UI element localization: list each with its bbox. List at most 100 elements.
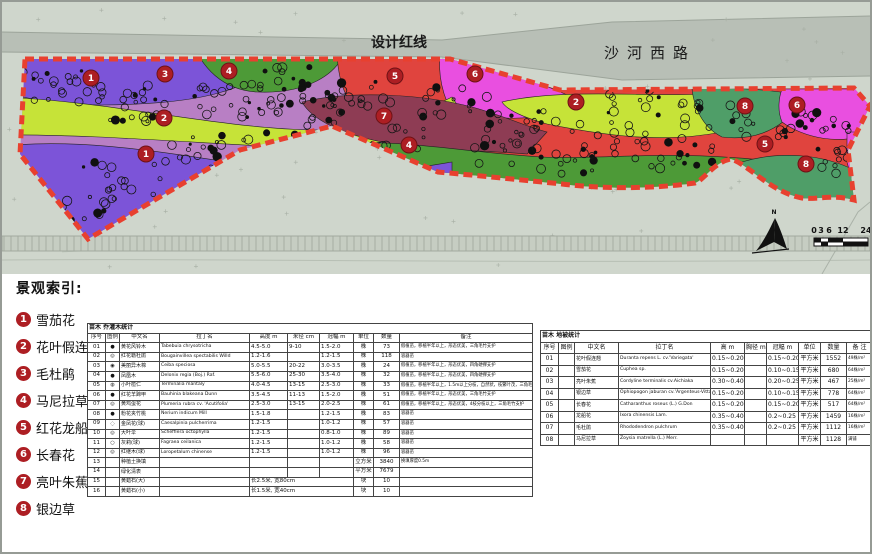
- table-cell: 2.5-3.0: [320, 381, 354, 391]
- table-cell: [559, 434, 575, 446]
- table-cell: 64株/m²: [847, 400, 872, 412]
- plan-area-marker: 6: [467, 66, 483, 82]
- table-cell: 平方米: [799, 411, 821, 423]
- table-row: 14绿化清表平方米7679: [88, 467, 533, 477]
- table-cell: 05: [88, 381, 106, 391]
- table-cell: 容器苗: [400, 410, 533, 420]
- table-row: 06龙船花Ixora chinensis Lam.0.35~0.400.2~0.…: [541, 411, 872, 423]
- legend-item-label: 长春花: [36, 445, 75, 464]
- table-cell: 银边草: [575, 388, 619, 400]
- table-cell: [745, 377, 767, 389]
- table-cell: [711, 434, 745, 446]
- table-cell: 16株/m²: [847, 423, 872, 435]
- svg-text:6: 6: [794, 101, 800, 111]
- table-row: 02雪茄花Cuphea sp.0.15~0.200.10~0.15平方米6806…: [541, 365, 872, 377]
- table-cell: 0.30~0.40: [711, 377, 745, 389]
- table-cell: 32: [374, 371, 400, 381]
- table-cell: ○: [106, 439, 120, 449]
- table-cell: 1128: [821, 434, 847, 446]
- plan-area-marker: 3: [157, 66, 173, 82]
- column-header: 备注: [400, 333, 533, 343]
- table-cell: 立方米: [354, 458, 374, 468]
- table-cell: 49株/m²: [847, 354, 872, 366]
- table-cell: 亮叶朱蕉: [575, 377, 619, 389]
- table-cell: 0.2~0.25: [767, 423, 799, 435]
- svg-text:2: 2: [161, 114, 167, 124]
- table-cell: [320, 458, 354, 468]
- table-cell: Zoysia matrella (L.) Merr.: [619, 434, 711, 446]
- table-row: 04●凤凰木Delonix regia (Boj.) Raf.5.5-6.025…: [88, 371, 533, 381]
- table-cell: 2.5-3.0: [250, 400, 288, 410]
- table-cell: [745, 434, 767, 446]
- table-cell: 08: [88, 410, 106, 420]
- table-cell: 64株/m²: [847, 365, 872, 377]
- svg-text:5: 5: [762, 140, 768, 150]
- legend-item-label: 马尼拉草: [36, 391, 88, 410]
- table-cell: 06: [541, 411, 559, 423]
- table-cell: 0.15~0.20: [767, 400, 799, 412]
- table-cell: 株: [354, 400, 374, 410]
- table-cell: Cuphea sp.: [619, 365, 711, 377]
- table-cell: [288, 419, 320, 429]
- column-header: 数量: [374, 333, 400, 343]
- table-cell: 1.5-2.0: [320, 343, 354, 353]
- table-cell: 09: [88, 419, 106, 429]
- table-row: 05◍小叶榄仁Terminalia mantaly4.0-4.513-152.5…: [88, 381, 533, 391]
- table-cell: [160, 467, 250, 477]
- table-cell: 换填厚度0.5m: [400, 458, 533, 468]
- table-cell: ◎: [106, 400, 120, 410]
- table-row: 03亮叶朱蕉Cordyline terminalis cv.Aichiaka0.…: [541, 377, 872, 389]
- table-row: 10◎大叶伞Schefflera octophylla1.2-1.50.8-1.…: [88, 429, 533, 439]
- table-cell: 02: [541, 365, 559, 377]
- legend-number-badge: 1: [16, 312, 31, 327]
- table-cell: 小叶榄仁: [120, 381, 160, 391]
- table-cell: 57: [374, 419, 400, 429]
- table-cell: 长1.5米, 宽40cm: [250, 487, 354, 497]
- table-cell: Fagraea ceilanica: [160, 439, 250, 449]
- table-cell: [106, 487, 120, 497]
- table-cell: [288, 439, 320, 449]
- table-cell: 株: [354, 410, 374, 420]
- table-cell: 5.5-6.0: [250, 371, 288, 381]
- table-row: 11○灰莉(球)Fagraea ceilanica1.2-1.51.0-1.2株…: [88, 439, 533, 449]
- table-cell: 0.20~0.25: [767, 377, 799, 389]
- table-cell: ◌: [106, 419, 120, 429]
- table-cell: 假植苗，移植半年以上，形态优美，三角毛竹支护: [400, 391, 533, 401]
- table-cell: 83: [374, 410, 400, 420]
- table-cell: 467: [821, 377, 847, 389]
- table-cell: 07: [541, 423, 559, 435]
- table-cell: 1.0-1.2: [320, 439, 354, 449]
- svg-text:4: 4: [406, 141, 412, 151]
- table-cell: ●: [106, 410, 120, 420]
- table-cell: Delonix regia (Boj.) Raf.: [160, 371, 250, 381]
- svg-text:0: 0: [811, 226, 817, 235]
- column-header: 数量: [821, 342, 847, 354]
- table-cell: 7679: [374, 467, 400, 477]
- table-cell: 06: [88, 391, 106, 401]
- table-cell: ◉: [106, 362, 120, 372]
- table-cell: [400, 487, 533, 497]
- table-row: 07◎黄鸡蛋花Plumeria rubra cv. 'Acutifolia'2.…: [88, 400, 533, 410]
- table-cell: 1.2-1.5: [250, 429, 288, 439]
- table-cell: Nerium indicum Mill: [160, 410, 250, 420]
- shrub-statistics-table: 苗木 乔灌木统计序号图例中文名拉丁名高度 m米径 cm冠幅 m单位数量备注01●…: [87, 323, 533, 497]
- svg-text:1: 1: [143, 150, 149, 160]
- table-cell: 容器苗: [400, 419, 533, 429]
- table-cell: Ceiba speciosa: [160, 362, 250, 372]
- table-cell: [745, 388, 767, 400]
- table-cell: 黄花风铃木: [120, 343, 160, 353]
- table-cell: [160, 458, 250, 468]
- table-row: 07毛杜鹃Rhododendron pulchrum0.35~0.400.2~0…: [541, 423, 872, 435]
- table-cell: [320, 467, 354, 477]
- table-cell: 1.2-1.5: [250, 439, 288, 449]
- svg-text:6: 6: [826, 226, 832, 235]
- table-row: 03◉美丽异木棉Ceiba speciosa5.0-5.520-223.0-3.…: [88, 362, 533, 372]
- table-row: 02◎红花簕杜鹃Bougainvillea spectabilis Willd1…: [88, 352, 533, 362]
- svg-text:5: 5: [392, 72, 398, 82]
- table-cell: Ixora chinensis Lam.: [619, 411, 711, 423]
- column-header: 高 m: [711, 342, 745, 354]
- design-redline-label: 设计红线: [371, 34, 427, 51]
- table-cell: 黄蜡石(大): [120, 477, 160, 487]
- table-cell: [559, 365, 575, 377]
- table-cell: 0.15~0.20: [711, 365, 745, 377]
